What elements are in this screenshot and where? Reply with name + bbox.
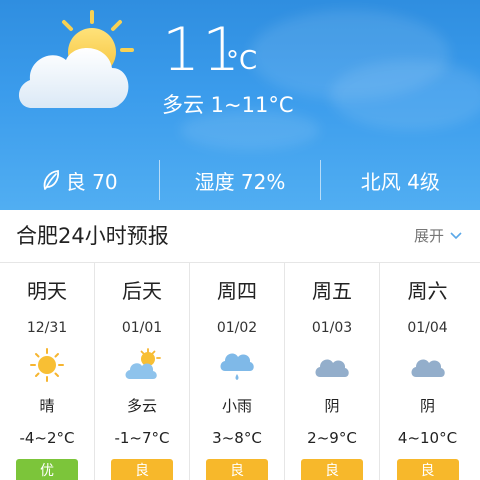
current-description: 多云 1~11°C bbox=[162, 93, 294, 117]
day-temperature: -4~2°C bbox=[19, 429, 75, 447]
day-name: 周六 bbox=[407, 279, 448, 303]
forecast-day[interactable]: 明天 12/31 晴 -4~2°C 优 bbox=[0, 263, 95, 480]
day-condition: 阴 bbox=[419, 397, 435, 415]
chevron-down-icon bbox=[450, 232, 462, 240]
expand-button[interactable]: 展开 bbox=[414, 224, 462, 248]
aqi-badge: 良 bbox=[301, 459, 363, 480]
day-name: 后天 bbox=[122, 279, 162, 303]
day-name: 周四 bbox=[217, 279, 257, 303]
day-name: 周五 bbox=[312, 279, 352, 303]
forecast-header: 合肥24小时预报 展开 bbox=[0, 210, 480, 263]
aqi-badge: 良 bbox=[111, 459, 173, 480]
day-date: 01/03 bbox=[311, 320, 353, 336]
aqi-badge: 良 bbox=[396, 459, 459, 480]
light-rain-icon bbox=[220, 353, 254, 380]
forecast-day[interactable]: 后天 01/01 多云 -1~7°C 良 bbox=[95, 263, 190, 480]
day-temperature: 3~8°C bbox=[212, 429, 262, 447]
day-name: 明天 bbox=[27, 279, 67, 303]
forecast-day[interactable]: 周六 01/04 阴 4~10°C 良 bbox=[380, 263, 475, 480]
partly-cloudy-icon bbox=[18, 10, 134, 108]
expand-label: 展开 bbox=[413, 227, 444, 245]
day-date: 12/31 bbox=[26, 320, 68, 336]
wind-stat: 北风 4级 bbox=[319, 160, 480, 200]
weather-stats: 良 70 湿度 72% 北风 4级 bbox=[0, 160, 480, 200]
forecast-day[interactable]: 周五 01/03 阴 2~9°C 良 bbox=[285, 263, 380, 480]
sunny-icon bbox=[30, 348, 64, 382]
day-date: 01/01 bbox=[121, 320, 163, 336]
day-condition: 晴 bbox=[39, 397, 55, 415]
day-condition: 小雨 bbox=[221, 397, 252, 415]
humidity-label: 湿度 72% bbox=[194, 169, 286, 194]
day-date: 01/04 bbox=[407, 320, 448, 336]
day-date: 01/02 bbox=[216, 320, 258, 336]
overcast-icon bbox=[315, 359, 349, 377]
day-temperature: 2~9°C bbox=[307, 429, 357, 447]
aqi-badge: 优 bbox=[16, 459, 78, 480]
day-temperature: -1~7°C bbox=[114, 429, 170, 447]
air-quality-stat[interactable]: 良 70 bbox=[0, 160, 159, 200]
aqi-badge: 良 bbox=[206, 459, 268, 480]
day-condition: 阴 bbox=[324, 397, 340, 415]
temperature-unit: °C bbox=[226, 46, 258, 76]
partly-cloudy-icon bbox=[125, 348, 161, 379]
wind-label: 北风 4级 bbox=[360, 169, 440, 194]
day-condition: 多云 bbox=[126, 397, 157, 415]
forecast-title: 合肥24小时预报 bbox=[16, 224, 169, 248]
current-weather-header: 11 °C 多云 1~11°C 良 70 湿度 72% 北风 4级 bbox=[0, 0, 480, 210]
overcast-icon bbox=[411, 359, 445, 377]
forecast-day[interactable]: 周四 01/02 小雨 3~8°C 良 bbox=[190, 263, 285, 480]
weather-page: 11 °C 多云 1~11°C 良 70 湿度 72% 北风 4级 合肥24小时… bbox=[0, 0, 480, 480]
humidity-stat: 湿度 72% bbox=[159, 160, 319, 200]
forecast-days: 明天 12/31 晴 -4~2°C 优 后天 01/01 多云 -1~7°C 良… bbox=[0, 263, 480, 480]
day-temperature: 4~10°C bbox=[397, 429, 458, 447]
air-quality-label: 良 70 bbox=[65, 169, 118, 194]
leaf-icon bbox=[43, 170, 59, 190]
